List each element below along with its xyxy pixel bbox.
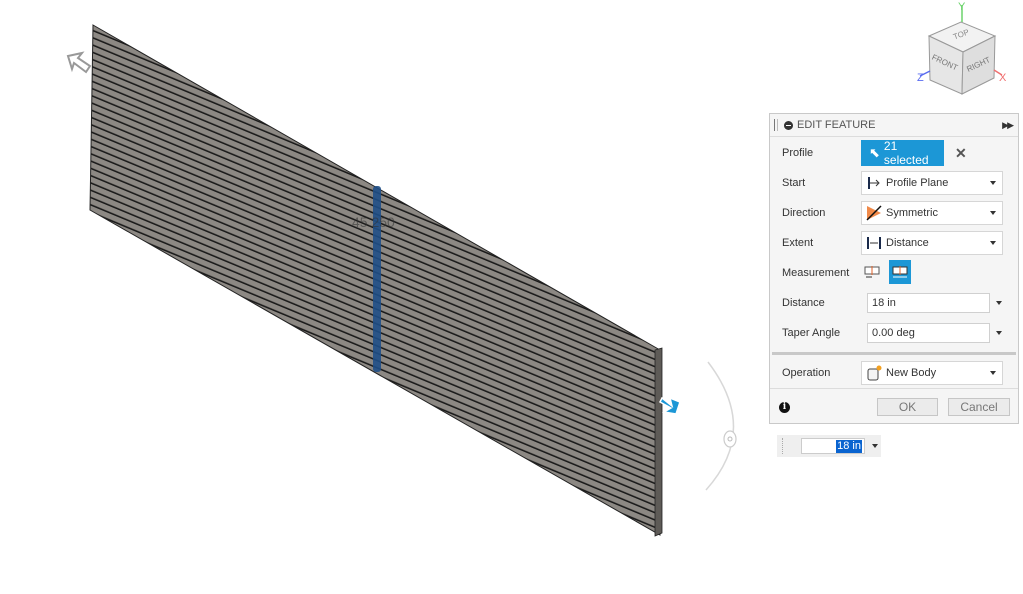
start-select[interactable]: Profile Plane	[861, 171, 1003, 195]
floating-distance-input: 18 in	[777, 435, 881, 457]
panel-title: EDIT FEATURE	[797, 119, 876, 131]
distance-row: Distance 18 in	[770, 290, 1018, 316]
ok-button[interactable]: OK	[877, 398, 938, 416]
direction-row: Direction Symmetric	[770, 200, 1018, 226]
distance-input[interactable]: 18 in	[867, 293, 990, 313]
start-row: Start Profile Plane	[770, 170, 1018, 196]
operation-select[interactable]: New Body	[861, 361, 1003, 385]
start-label: Start	[782, 177, 806, 189]
viewcube[interactable]	[919, 5, 1003, 95]
direction-label: Direction	[782, 207, 826, 219]
new-body-icon	[866, 365, 882, 381]
axis-x-label: X	[999, 72, 1007, 84]
measurement-half-length-button[interactable]	[861, 260, 883, 284]
extent-value: Distance	[886, 237, 929, 249]
extent-select[interactable]: Distance	[861, 231, 1003, 255]
operation-value: New Body	[886, 367, 937, 379]
chevron-down-icon	[990, 211, 996, 215]
taper-angle-row: Taper Angle 0.00 deg	[770, 320, 1018, 346]
distance-label: Distance	[782, 297, 825, 309]
cancel-button[interactable]: Cancel	[948, 398, 1010, 416]
panel-header[interactable]: EDIT FEATURE ▶▶	[770, 114, 1018, 137]
drag-grip-icon[interactable]	[774, 119, 778, 131]
floating-distance-field[interactable]: 18 in	[801, 438, 865, 454]
direction-value: Symmetric	[886, 207, 938, 219]
direction-select[interactable]: Symmetric	[861, 201, 1003, 225]
info-icon[interactable]: i	[779, 402, 790, 413]
taper-angle-input[interactable]: 0.00 deg	[867, 323, 990, 343]
profile-row: Profile ⬉ 21 selected ✕	[770, 139, 1018, 167]
profile-plane-icon	[866, 175, 882, 191]
profile-selection-button[interactable]: ⬉ 21 selected	[861, 139, 944, 167]
axis-y-label: Y	[958, 1, 966, 13]
chevron-down-icon	[990, 371, 996, 375]
chevron-down-icon	[990, 241, 996, 245]
clear-selection-icon[interactable]: ✕	[955, 145, 967, 162]
extent-label: Extent	[782, 237, 814, 249]
section-divider	[772, 352, 1016, 355]
start-value: Profile Plane	[886, 177, 949, 189]
chevron-down-icon	[990, 181, 996, 185]
floating-distance-value: 18 in	[836, 440, 862, 453]
manipulator-arc[interactable]	[705, 361, 737, 491]
chevron-down-icon[interactable]	[996, 331, 1002, 335]
distance-icon	[866, 235, 882, 251]
expand-icon[interactable]: ▶▶	[1002, 120, 1014, 131]
taper-angle-label: Taper Angle	[782, 327, 841, 339]
profile-label: Profile	[782, 147, 814, 159]
measurement-row: Measurement	[770, 260, 1018, 286]
footer-divider	[770, 388, 1018, 389]
measurement-whole-length-button[interactable]	[889, 260, 911, 284]
cursor-icon: ⬉	[869, 145, 880, 160]
chevron-down-icon[interactable]	[872, 444, 878, 448]
operation-row: Operation New Body	[770, 360, 1018, 386]
opposite-arrow-handle[interactable]	[66, 51, 92, 74]
axis-z-label: Z	[917, 72, 924, 84]
operation-label: Operation	[782, 367, 831, 379]
distance-arrow-handle[interactable]	[659, 396, 681, 415]
profile-selection-count: 21 selected	[883, 139, 929, 167]
extent-row: Extent Distance	[770, 230, 1018, 256]
measurement-label: Measurement	[782, 267, 850, 279]
chevron-down-icon[interactable]	[996, 301, 1002, 305]
symmetric-icon	[866, 205, 882, 221]
dimension-label: 45.250	[352, 214, 395, 230]
drag-grip-icon[interactable]	[782, 438, 785, 454]
edit-feature-panel: EDIT FEATURE ▶▶ Profile ⬉ 21 selected ✕ …	[769, 113, 1019, 424]
collapse-icon[interactable]	[784, 120, 793, 130]
